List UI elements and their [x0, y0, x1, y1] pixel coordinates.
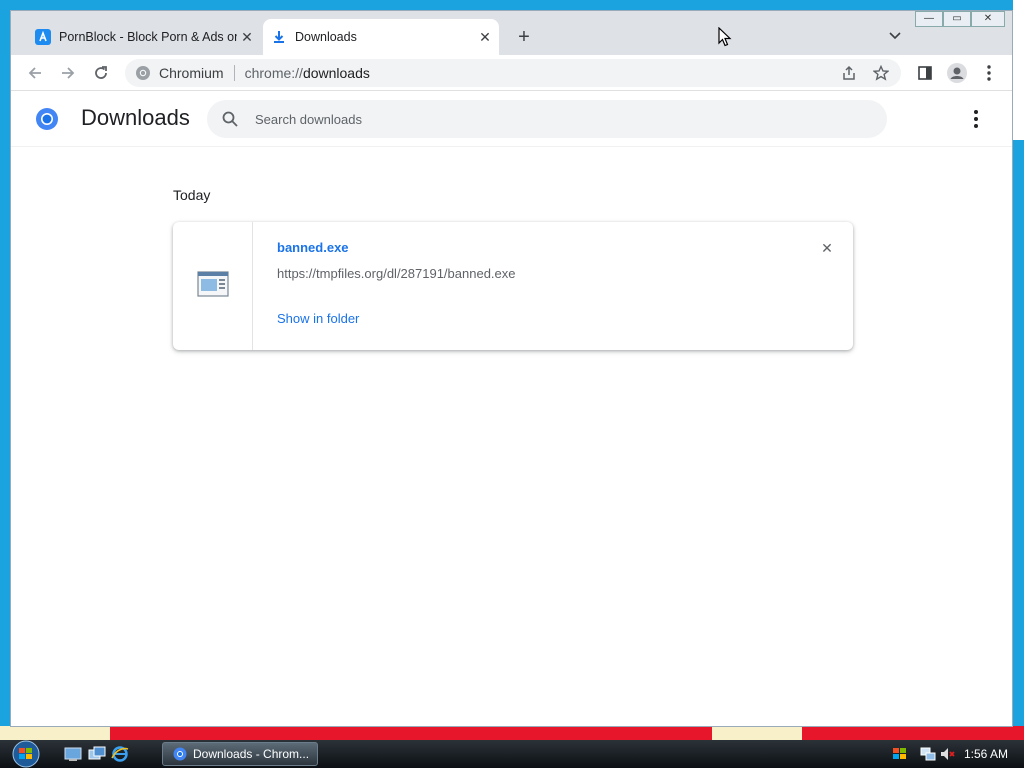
search-box[interactable] — [207, 100, 887, 138]
new-tab-button[interactable]: + — [513, 27, 535, 49]
network-icon[interactable] — [920, 746, 936, 762]
chromium-icon — [135, 65, 151, 81]
show-in-folder-link[interactable]: Show in folder — [277, 311, 359, 326]
url-prefix: chrome:// — [244, 65, 303, 81]
date-group-label: Today — [173, 187, 211, 203]
tab-pornblock[interactable]: PornBlock - Block Porn & Ads on ✕ — [27, 19, 261, 55]
reload-icon[interactable] — [89, 61, 113, 85]
side-panel-icon[interactable] — [913, 61, 937, 85]
taskbar: Downloads - Chrom... 1:56 AM — [0, 740, 1024, 768]
forward-arrow-icon[interactable] — [56, 61, 80, 85]
bookmark-star-icon[interactable] — [872, 64, 890, 84]
downloads-menu-icon[interactable] — [966, 107, 986, 131]
download-file-name[interactable]: banned.exe — [277, 240, 349, 255]
address-separator — [233, 65, 235, 81]
url-text: chrome://downloads — [245, 65, 370, 81]
tab-strip: PornBlock - Block Porn & Ads on ✕ Downlo… — [11, 11, 1012, 55]
taskbar-item-downloads[interactable]: Downloads - Chrom... — [162, 742, 318, 766]
site-name: Chromium — [159, 65, 224, 81]
search-icon — [221, 110, 239, 128]
browser-menu-icon[interactable] — [977, 61, 1001, 85]
download-icon — [271, 29, 287, 45]
volume-muted-icon[interactable] — [940, 746, 956, 762]
tab-title: Downloads — [295, 30, 357, 44]
remove-download-close-icon[interactable]: ✕ — [817, 238, 837, 258]
download-source-url: https://tmpfiles.org/dl/287191/banned.ex… — [277, 266, 516, 281]
desktop-wallpaper-left — [0, 726, 110, 740]
search-input[interactable] — [255, 111, 815, 127]
back-arrow-icon[interactable] — [23, 61, 47, 85]
page-title: Downloads — [81, 105, 190, 130]
maximize-button[interactable]: ▭ — [943, 11, 971, 27]
file-icon-column — [173, 222, 253, 350]
close-window-button[interactable]: ✕ — [971, 11, 1005, 27]
desktop-wallpaper-mid — [712, 726, 802, 740]
switch-windows-icon[interactable] — [88, 746, 106, 762]
executable-file-icon — [196, 270, 229, 302]
chromium-icon — [173, 747, 187, 761]
start-button[interactable] — [6, 740, 48, 768]
mouse-cursor-icon — [718, 26, 732, 52]
app-store-icon — [35, 29, 51, 45]
taskbar-item-label: Downloads - Chrom... — [193, 747, 310, 761]
browser-window: PornBlock - Block Porn & Ads on ✕ Downlo… — [10, 10, 1013, 727]
page-header: Downloads — [11, 91, 1012, 147]
profile-avatar-icon[interactable] — [945, 61, 969, 85]
show-desktop-icon[interactable] — [64, 746, 82, 762]
address-bar[interactable]: Chromium chrome://downloads — [125, 59, 901, 87]
download-item: banned.exe https://tmpfiles.org/dl/28719… — [173, 222, 853, 350]
internet-explorer-icon[interactable] — [111, 746, 129, 762]
minimize-button[interactable]: — — [915, 11, 943, 27]
downloads-page: Downloads Today banned.exe https://tmpfi… — [11, 91, 1012, 726]
windows-update-icon[interactable] — [892, 746, 908, 762]
tab-downloads[interactable]: Downloads ✕ — [263, 19, 499, 55]
taskbar-clock: 1:56 AM — [964, 747, 1009, 761]
tab-close-icon[interactable]: ✕ — [475, 27, 495, 47]
share-icon[interactable] — [841, 65, 857, 84]
tab-search-chevron-icon[interactable] — [885, 29, 905, 45]
url-path: downloads — [302, 65, 370, 81]
browser-toolbar: Chromium chrome://downloads — [11, 55, 1012, 91]
chromium-logo-icon — [35, 107, 59, 131]
desktop-wallpaper-strip — [0, 726, 1024, 740]
desktop-wallpaper-edge-blue — [1013, 140, 1024, 740]
tab-title: PornBlock - Block Porn & Ads on — [59, 30, 237, 44]
tab-close-icon[interactable]: ✕ — [237, 27, 257, 47]
